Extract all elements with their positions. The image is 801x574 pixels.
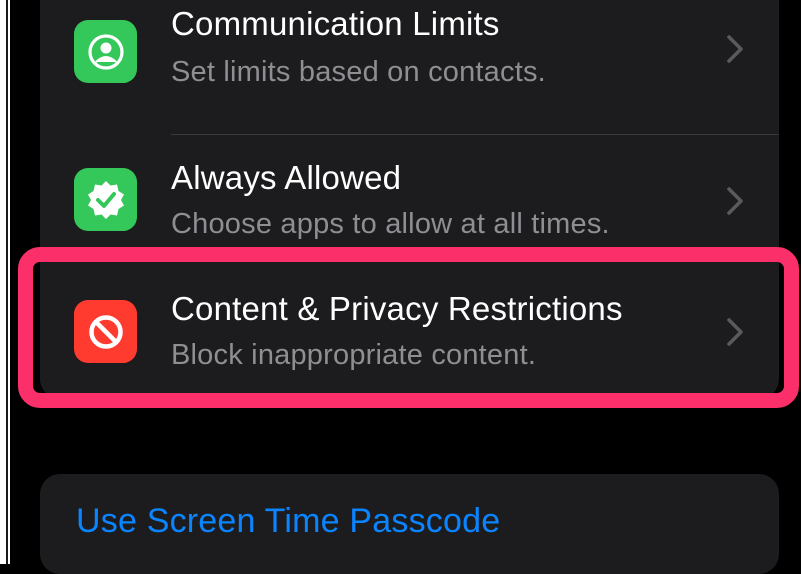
always-allowed-subtitle: Choose apps to allow at all times. <box>171 208 610 240</box>
left-edge-line <box>6 0 8 564</box>
always-allowed-title: Always Allowed <box>171 159 402 196</box>
communication-limits-title: Communication Limits <box>171 5 500 42</box>
use-screen-time-passcode-button[interactable]: Use Screen Time Passcode <box>76 502 500 541</box>
chevron-right-icon <box>727 187 743 215</box>
highlight-frame <box>18 247 799 408</box>
checkmark-seal-icon <box>74 168 137 231</box>
person-circle-icon <box>74 20 137 83</box>
communication-limits-subtitle: Set limits based on contacts. <box>171 56 546 88</box>
left-edge-strip <box>0 0 10 564</box>
chevron-right-icon <box>727 35 743 63</box>
passcode-card: Use Screen Time Passcode <box>40 474 779 574</box>
communication-limits-row[interactable]: Communication Limits Set limits based on… <box>40 0 779 114</box>
